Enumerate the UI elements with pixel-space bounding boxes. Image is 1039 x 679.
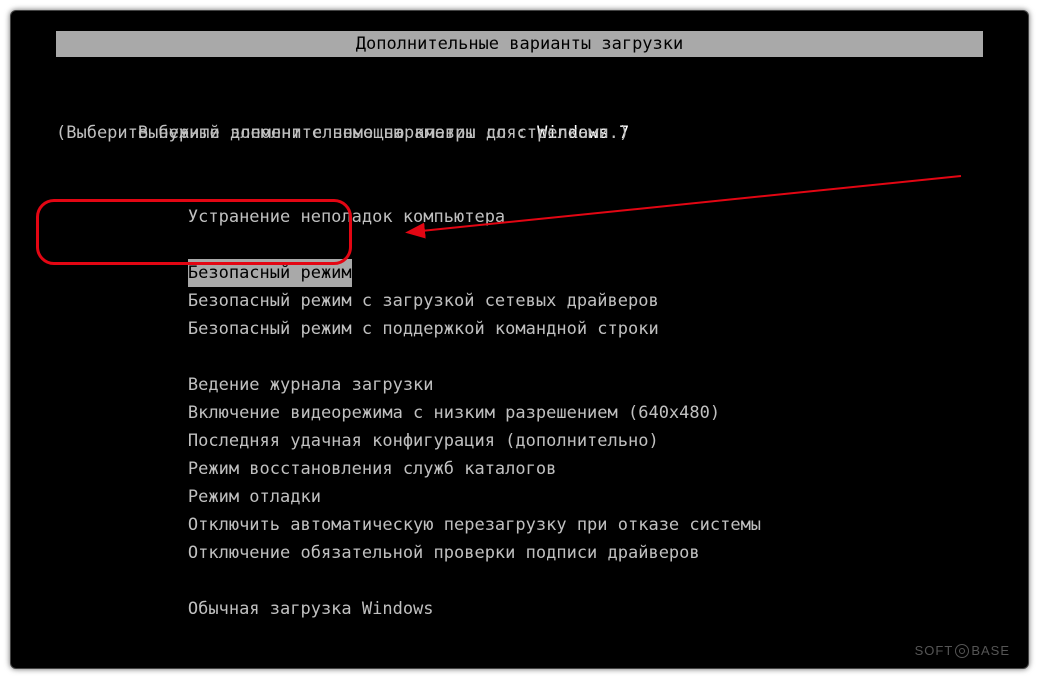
option-ds-restore-label: Режим восстановления служб каталогов: [188, 455, 556, 483]
option-repair[interactable]: Устранение неполадок компьютера: [56, 175, 983, 203]
option-boot-logging[interactable]: Ведение журнала загрузки: [56, 343, 983, 371]
option-safe-mode-cmd-label: Безопасный режим с поддержкой командной …: [188, 315, 659, 343]
boot-screen: Дополнительные варианты загрузки Выберит…: [10, 10, 1029, 669]
hint-line: (Выберите нужный элемент с помощью клави…: [56, 119, 983, 147]
watermark-right: BASE: [971, 643, 1010, 658]
title-bar: Дополнительные варианты загрузки: [56, 31, 983, 57]
option-disable-auto-restart-label: Отключить автоматическую перезагрузку пр…: [188, 511, 761, 539]
watermark: SOFT BASE: [915, 643, 1010, 658]
option-repair-label: Устранение неполадок компьютера: [188, 203, 505, 231]
watermark-left: SOFT: [915, 643, 954, 658]
title-text: Дополнительные варианты загрузки: [356, 34, 684, 54]
option-safe-mode-label: Безопасный режим: [188, 259, 352, 287]
gear-icon: [955, 644, 969, 658]
option-debug-mode-label: Режим отладки: [188, 483, 321, 511]
option-start-normally-label: Обычная загрузка Windows: [188, 595, 434, 623]
option-safe-mode[interactable]: Безопасный режим: [56, 231, 983, 259]
option-safe-mode-networking-label: Безопасный режим с загрузкой сетевых дра…: [188, 287, 659, 315]
option-disable-driver-sig-label: Отключение обязательной проверки подписи…: [188, 539, 700, 567]
option-last-known-good-label: Последняя удачная конфигурация (дополнит…: [188, 427, 659, 455]
content-area: Выберите дополнительные параметры для: W…: [56, 91, 983, 595]
option-start-normally[interactable]: Обычная загрузка Windows: [56, 567, 983, 595]
spacer: [56, 147, 983, 175]
prompt-line: Выберите дополнительные параметры для: W…: [56, 91, 983, 119]
option-boot-logging-label: Ведение журнала загрузки: [188, 371, 434, 399]
option-low-res-video-label: Включение видеорежима с низким разрешени…: [188, 399, 720, 427]
